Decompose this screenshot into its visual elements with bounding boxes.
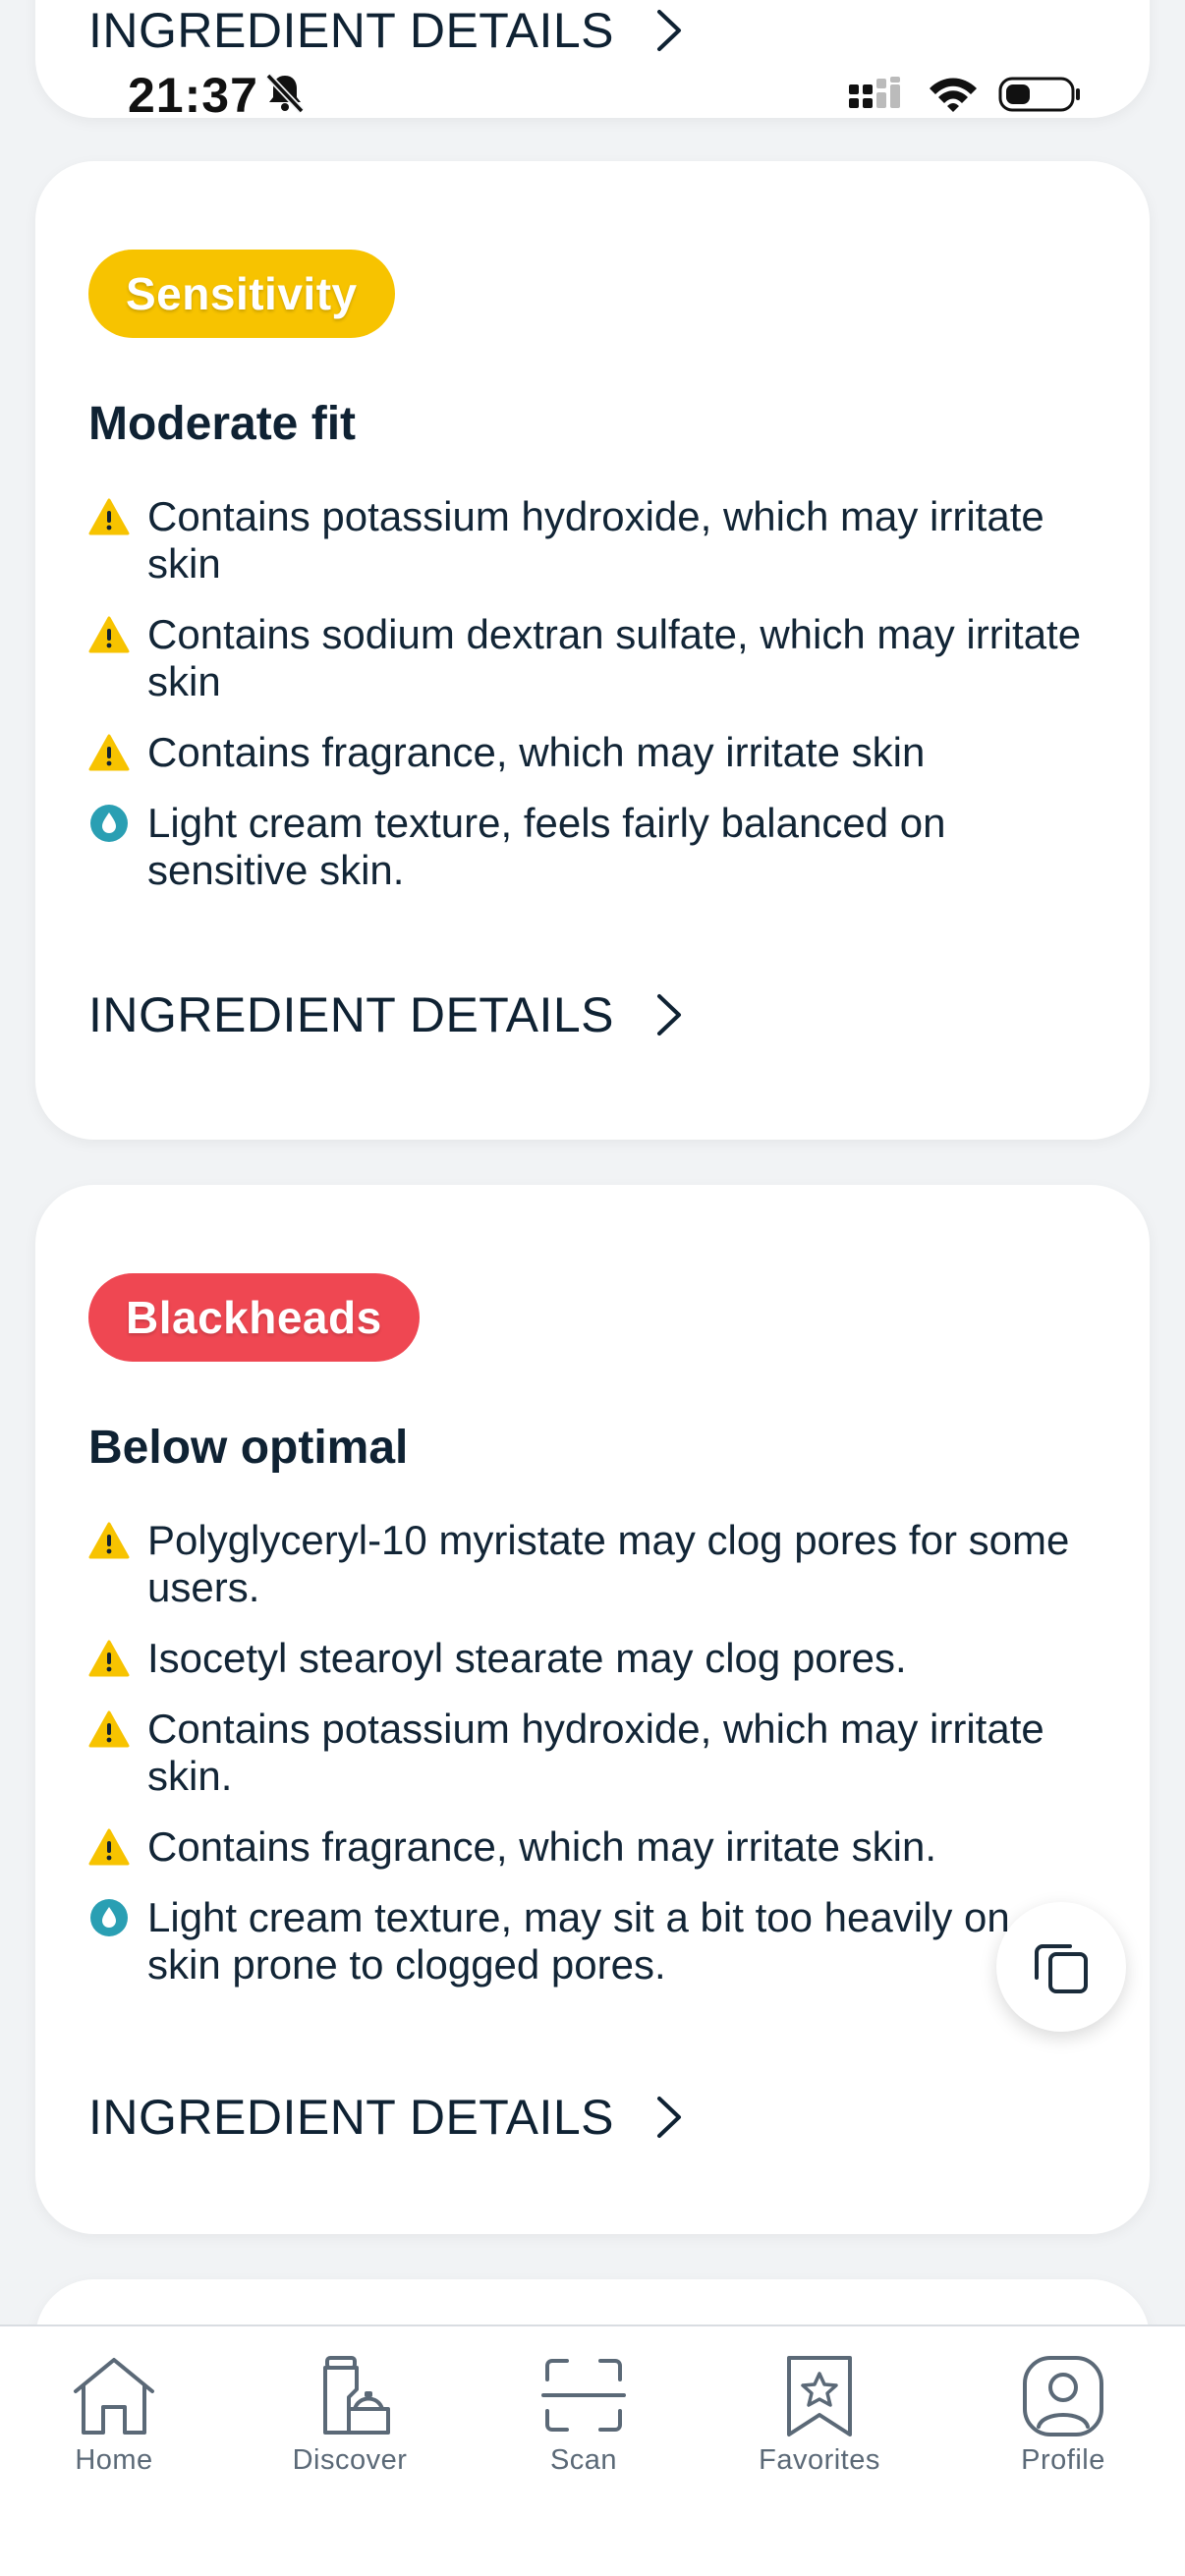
- warning-icon: [88, 1710, 130, 1748]
- fit-rating: Below optimal: [88, 1422, 409, 1474]
- battery-icon: [998, 77, 1080, 112]
- list-item: Isocetyl stearoyl stearate may clog pore…: [88, 1635, 1091, 1682]
- ingredient-details-link[interactable]: INGREDIENT DETAILS: [88, 2, 685, 59]
- sensitivity-tag: Sensitivity: [88, 250, 395, 338]
- item-text: Light cream texture, feels fairly balanc…: [147, 800, 946, 893]
- tab-label: Scan: [549, 2444, 618, 2476]
- status-bar: 21:37: [0, 61, 1185, 130]
- sensitivity-list: Contains potassium hydroxide, which may …: [88, 493, 1091, 918]
- warning-icon: [88, 1640, 130, 1677]
- list-item: Contains potassium hydroxide, which may …: [88, 493, 1091, 588]
- warning-icon: [88, 1828, 130, 1866]
- ingredient-details-link[interactable]: INGREDIENT DETAILS: [88, 986, 685, 1043]
- item-text: Contains fragrance, which may irritate s…: [147, 729, 926, 775]
- blackheads-card: Blackheads Below optimal Polyglyceryl-10…: [35, 1185, 1150, 2234]
- status-time: 21:37: [128, 68, 258, 123]
- list-item: Light cream texture, may sit a bit too h…: [88, 1894, 1091, 1988]
- page: INGREDIENT DETAILS 21:37 Sensitivity Mod…: [0, 0, 1185, 2576]
- list-item: Contains potassium hydroxide, which may …: [88, 1706, 1091, 1800]
- chevron-right-icon: [657, 2097, 682, 2138]
- item-text: Polyglyceryl-10 myristate may clog pores…: [147, 1517, 1070, 1610]
- list-item: Light cream texture, feels fairly balanc…: [88, 800, 1091, 894]
- ingredient-details-label: INGREDIENT DETAILS: [88, 987, 615, 1042]
- tab-favorites[interactable]: Favorites: [721, 2354, 918, 2492]
- scan-icon: [541, 2359, 626, 2432]
- favorites-icon: [787, 2356, 852, 2436]
- tab-profile[interactable]: Profile: [965, 2354, 1161, 2492]
- blackheads-list: Polyglyceryl-10 myristate may clog pores…: [88, 1517, 1091, 2012]
- tab-discover[interactable]: Discover: [252, 2354, 448, 2492]
- warning-icon: [88, 1522, 130, 1559]
- item-text: Contains fragrance, which may irritate s…: [147, 1823, 936, 1870]
- item-text: Isocetyl stearoyl stearate may clog pore…: [147, 1635, 907, 1681]
- chevron-right-icon: [657, 10, 682, 51]
- sensitivity-card: Sensitivity Moderate fit Contains potass…: [35, 161, 1150, 1140]
- warning-icon: [88, 616, 130, 653]
- blackheads-tag: Blackheads: [88, 1273, 420, 1362]
- droplet-icon: [90, 805, 128, 842]
- ingredient-details-label: INGREDIENT DETAILS: [88, 2090, 615, 2145]
- profile-icon: [1023, 2356, 1103, 2436]
- chevron-right-icon: [657, 994, 682, 1036]
- ingredient-details-label: INGREDIENT DETAILS: [88, 3, 615, 58]
- wifi-icon: [930, 78, 977, 112]
- cellular-signal-icon: [849, 77, 900, 108]
- copy-icon: [1035, 1944, 1088, 1993]
- home-icon: [74, 2358, 154, 2435]
- list-item: Polyglyceryl-10 myristate may clog pores…: [88, 1517, 1091, 1611]
- item-text: Contains sodium dextran sulfate, which m…: [147, 611, 1082, 704]
- list-item: Contains fragrance, which may irritate s…: [88, 1823, 1091, 1871]
- copy-button[interactable]: [996, 1902, 1126, 2032]
- fit-rating: Moderate fit: [88, 398, 357, 450]
- tab-scan[interactable]: Scan: [485, 2354, 682, 2492]
- item-text: Light cream texture, may sit a bit too h…: [147, 1894, 1010, 1988]
- warning-icon: [88, 498, 130, 535]
- list-item: Contains fragrance, which may irritate s…: [88, 729, 1091, 776]
- droplet-icon: [90, 1899, 128, 1936]
- bell-muted-icon: [265, 73, 305, 114]
- tab-home[interactable]: Home: [16, 2354, 212, 2492]
- list-item: Contains sodium dextran sulfate, which m…: [88, 611, 1091, 705]
- discover-icon: [323, 2356, 390, 2435]
- tab-label: Profile: [1021, 2444, 1105, 2476]
- tab-label: Home: [75, 2444, 153, 2476]
- item-text: Contains potassium hydroxide, which may …: [147, 1706, 1044, 1799]
- tab-label: Favorites: [759, 2444, 880, 2476]
- tab-label: Discover: [292, 2444, 408, 2476]
- bottom-tab-bar: Home Discover Scan Favorites Profile: [0, 2324, 1185, 2576]
- ingredient-details-link[interactable]: INGREDIENT DETAILS: [88, 2089, 685, 2146]
- item-text: Contains potassium hydroxide, which may …: [147, 493, 1044, 587]
- warning-icon: [88, 734, 130, 771]
